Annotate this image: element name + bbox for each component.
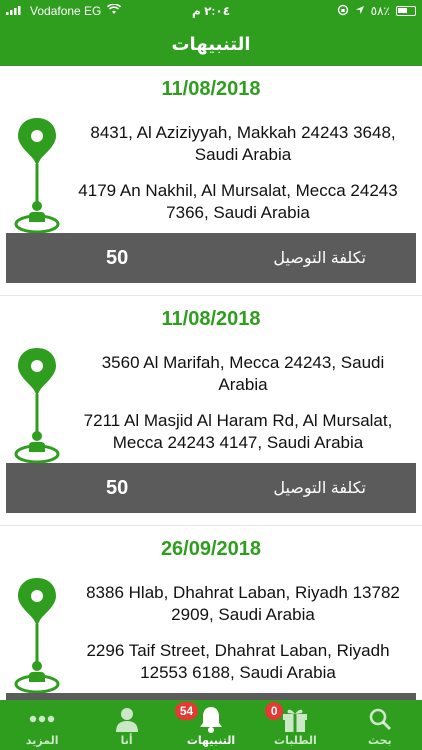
- notification-card[interactable]: 26/09/2018 8386 Hlab, Dhahrat Laban, Riy…: [0, 526, 422, 700]
- fee-value: 50: [106, 476, 129, 499]
- fee-value: 50: [106, 246, 129, 269]
- tab-label: أنا: [120, 735, 133, 747]
- tab-more[interactable]: المزيد: [0, 700, 84, 750]
- tab-notifications[interactable]: 54 التنبيهات: [169, 700, 253, 750]
- dropoff-address: 4179 An Nakhil, Al Mursalat, Mecca 24243…: [78, 181, 398, 222]
- bell-icon: [196, 705, 226, 733]
- wifi-icon: [107, 3, 122, 18]
- tab-label: المزيد: [25, 735, 59, 747]
- status-left: Vodafone EG: [6, 3, 122, 18]
- pickup-address: 3560 Al Marifah, Mecca 24243, Saudi Arab…: [101, 353, 385, 394]
- signal-icon: [6, 4, 24, 18]
- route-pin-icon: [14, 578, 60, 694]
- notification-card[interactable]: 11/08/2018 8431, Al Aziziyyah, Makkah 24…: [0, 66, 422, 296]
- notification-badge: 54: [174, 702, 199, 720]
- delivery-fee-bar: 50 تكلفة التوصيل: [6, 463, 416, 513]
- tab-label: التنبيهات: [186, 735, 236, 747]
- more-dots-icon: [27, 705, 57, 733]
- tab-label: بحث: [367, 735, 392, 747]
- route-pin-icon: [14, 118, 60, 234]
- status-bar: Vodafone EG ٢:٠٤ م ٥٨٪: [0, 0, 422, 22]
- battery-icon: [396, 6, 416, 16]
- gift-icon: [280, 705, 310, 733]
- location-arrow-icon: [355, 4, 365, 18]
- search-icon: [365, 705, 395, 733]
- pickup-address: 8431, Al Aziziyyah, Makkah 24243 3648, S…: [90, 123, 396, 164]
- dropoff-address: 2296 Taif Street, Dhahrat Laban, Riyadh …: [86, 641, 390, 682]
- person-icon: [112, 705, 142, 733]
- tab-me[interactable]: أنا: [84, 700, 168, 750]
- pickup-address: 8386 Hlab, Dhahrat Laban, Riyadh 13782 2…: [86, 583, 400, 624]
- page-title: التنبيهات: [171, 33, 251, 54]
- lock-rotation-icon: [337, 4, 349, 19]
- tab-orders[interactable]: 0 الطلبات: [253, 700, 337, 750]
- notifications-list[interactable]: 11/08/2018 8431, Al Aziziyyah, Makkah 24…: [0, 66, 422, 700]
- status-time: ٢:٠٤ م: [191, 4, 231, 18]
- fee-label: تكلفة التوصيل: [273, 250, 366, 267]
- fee-label: تكلفة التوصيل: [273, 480, 366, 497]
- delivery-fee-bar: [6, 693, 416, 700]
- route-pin-icon: [14, 348, 60, 464]
- notification-date: 26/09/2018: [160, 538, 262, 560]
- carrier-name: Vodafone EG: [30, 4, 102, 18]
- tab-search[interactable]: بحث: [338, 700, 422, 750]
- battery-percent: ٥٨٪: [370, 4, 390, 18]
- delivery-fee-bar: 50 تكلفة التوصيل: [6, 233, 416, 283]
- notification-card[interactable]: 11/08/2018 3560 Al Marifah, Mecca 24243,…: [0, 296, 422, 526]
- notification-date: 11/08/2018: [161, 78, 261, 100]
- navigation-bar: التنبيهات: [0, 22, 422, 66]
- notification-date: 11/08/2018: [161, 308, 261, 330]
- dropoff-address: 7211 Al Masjid Al Haram Rd, Al Mursalat,…: [83, 411, 393, 452]
- status-right: ٥٨٪: [337, 4, 416, 19]
- tab-label: الطلبات: [274, 735, 317, 747]
- tab-bar: المزيد أنا 54 التنبيهات 0 الطلبات بحث: [0, 700, 422, 750]
